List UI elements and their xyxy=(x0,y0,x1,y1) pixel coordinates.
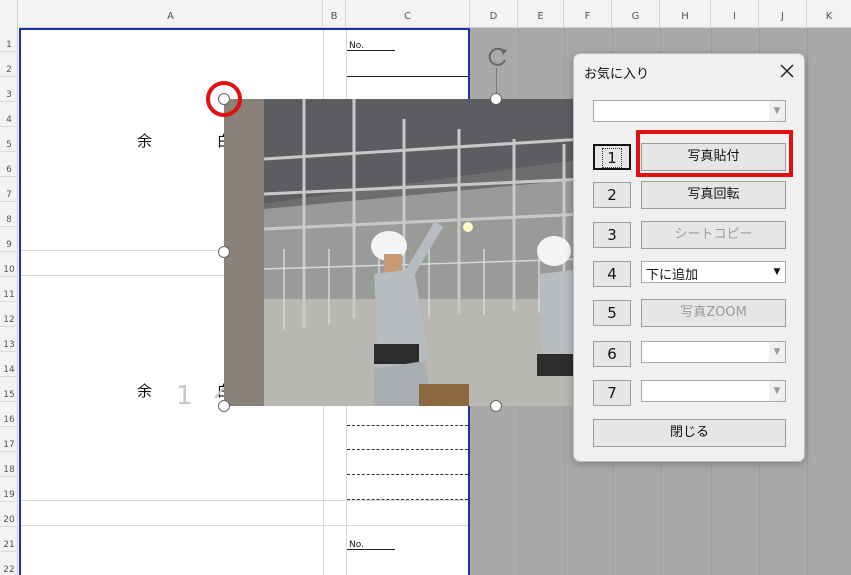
row-header-15[interactable]: 15 xyxy=(0,377,18,402)
row-header-9[interactable]: 9 xyxy=(0,227,18,252)
row-header-8[interactable]: 8 xyxy=(0,202,18,227)
number-button-2[interactable]: 2 xyxy=(593,182,631,208)
chevron-down-icon[interactable]: ▼ xyxy=(769,381,785,401)
number-button-3[interactable]: 3 xyxy=(593,222,631,248)
row-header-18[interactable]: 18 xyxy=(0,452,18,477)
dialog-title: お気に入り xyxy=(584,67,650,82)
row-header-6[interactable]: 6 xyxy=(0,152,18,177)
row-header-22[interactable]: 22 xyxy=(0,552,18,575)
chevron-down-icon[interactable]: ▼ xyxy=(769,262,785,282)
column-header-j[interactable]: J xyxy=(759,0,807,28)
column-header-i[interactable]: I xyxy=(711,0,759,28)
row-header-19[interactable]: 19 xyxy=(0,477,18,502)
favorites-select[interactable]: ▼ xyxy=(593,100,786,122)
favorites-dialog: お気に入り ▼ 1 写真貼付 2 写真回転 3 シートコピー 4 下に追加 ▼ … xyxy=(573,53,805,462)
close-icon[interactable] xyxy=(776,60,798,82)
resize-handle-bottom[interactable] xyxy=(490,400,502,412)
row-header-bar: 1 2 3 4 5 6 7 8 9 10 11 12 13 14 15 16 17 18 19 20 21 22 xyxy=(0,28,18,575)
no-underline-bottom xyxy=(347,549,395,550)
resize-handle-bottom-left[interactable] xyxy=(218,400,230,412)
select-all-corner[interactable] xyxy=(0,0,18,28)
row-header-10[interactable]: 10 xyxy=(0,252,18,277)
slot-7-select[interactable]: ▼ xyxy=(641,380,786,402)
row-header-12[interactable]: 12 xyxy=(0,302,18,327)
column-header-c[interactable]: C xyxy=(346,0,470,28)
number-button-5[interactable]: 5 xyxy=(593,300,631,326)
row-header-13[interactable]: 13 xyxy=(0,327,18,352)
column-header-d[interactable]: D xyxy=(470,0,518,28)
slot-6-select[interactable]: ▼ xyxy=(641,341,786,363)
number-button-4[interactable]: 4 xyxy=(593,261,631,287)
rotate-icon[interactable] xyxy=(484,44,510,70)
sheet-copy-button[interactable]: シートコピー xyxy=(641,221,786,249)
chevron-down-icon[interactable]: ▼ xyxy=(769,342,785,362)
number-button-1[interactable]: 1 xyxy=(593,144,631,170)
row-header-11[interactable]: 11 xyxy=(0,277,18,302)
row-header-1[interactable]: 1 xyxy=(0,27,18,52)
close-button[interactable]: 閉じる xyxy=(593,419,786,447)
add-below-select[interactable]: 下に追加 ▼ xyxy=(641,261,786,283)
column-header-e[interactable]: E xyxy=(518,0,564,28)
column-header-k[interactable]: K xyxy=(807,0,851,28)
row-underline xyxy=(347,76,468,77)
number-button-6[interactable]: 6 xyxy=(593,341,631,367)
row-header-14[interactable]: 14 xyxy=(0,352,18,377)
dotted-line xyxy=(347,474,468,475)
row-header-17[interactable]: 17 xyxy=(0,427,18,452)
column-header-bar: A B C D E F G H I J K xyxy=(0,0,851,28)
row-header-4[interactable]: 4 xyxy=(0,102,18,127)
number-button-7[interactable]: 7 xyxy=(593,380,631,406)
column-header-b[interactable]: B xyxy=(323,0,346,28)
highlight-box-annotation xyxy=(636,130,793,177)
resize-handle-left[interactable] xyxy=(218,246,230,258)
row-header-2[interactable]: 2 xyxy=(0,52,18,77)
highlight-circle-annotation xyxy=(206,81,242,117)
column-header-f[interactable]: F xyxy=(564,0,612,28)
row-header-5[interactable]: 5 xyxy=(0,127,18,152)
dotted-line xyxy=(347,449,468,450)
row-header-3[interactable]: 3 xyxy=(0,77,18,102)
dotted-line xyxy=(347,425,468,426)
row-header-7[interactable]: 7 xyxy=(0,177,18,202)
column-header-a[interactable]: A xyxy=(19,0,323,28)
column-header-h[interactable]: H xyxy=(660,0,711,28)
row-header-16[interactable]: 16 xyxy=(0,402,18,427)
chevron-down-icon[interactable]: ▼ xyxy=(769,101,785,121)
rotate-photo-button[interactable]: 写真回転 xyxy=(641,181,786,209)
row-header-20[interactable]: 20 xyxy=(0,502,18,527)
column-header-g[interactable]: G xyxy=(612,0,660,28)
resize-handle-top[interactable] xyxy=(490,93,502,105)
no-underline-top xyxy=(347,50,395,51)
construction-photo[interactable] xyxy=(224,99,584,406)
dotted-line xyxy=(347,499,468,500)
photo-zoom-button[interactable]: 写真ZOOM xyxy=(641,299,786,327)
row-header-21[interactable]: 21 xyxy=(0,527,18,552)
